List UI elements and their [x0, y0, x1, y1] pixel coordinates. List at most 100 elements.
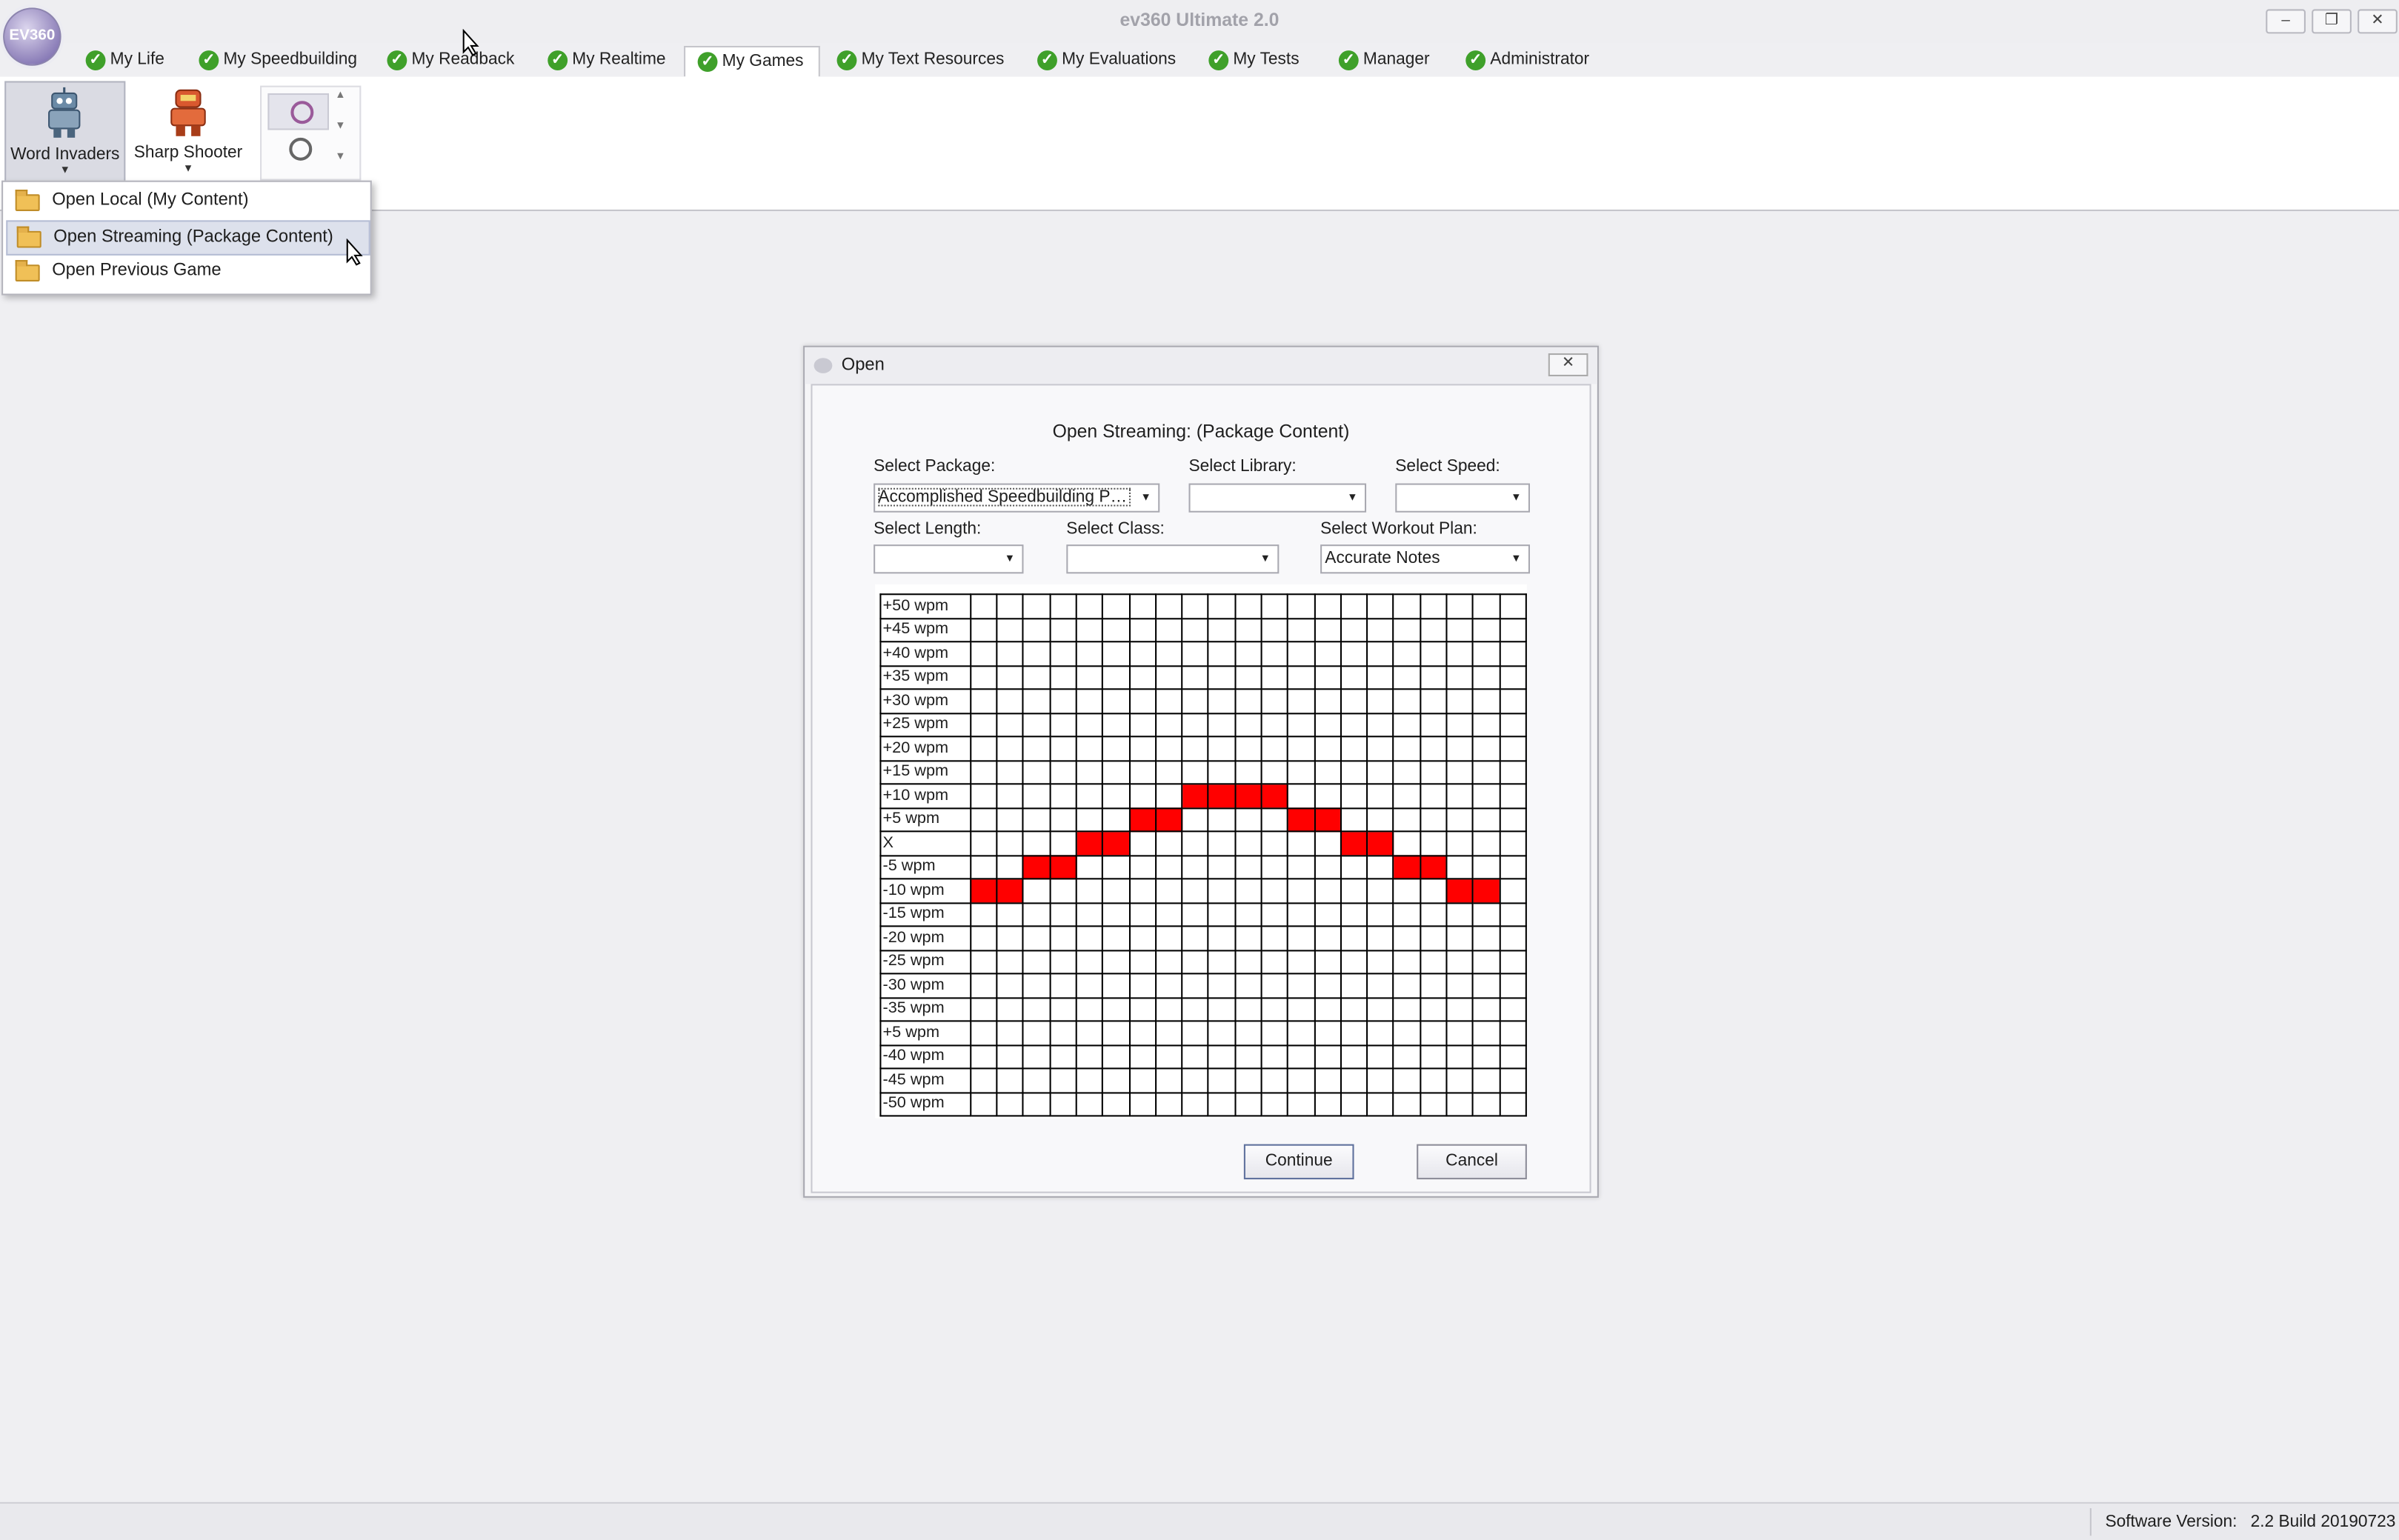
title-bar: ev360 Ultimate 2.0 – ❐ ✕ [0, 0, 2399, 43]
tab-label: My Tests [1233, 50, 1300, 69]
tab-my-speedbuilding[interactable]: ✓ My Speedbuilding [187, 46, 373, 76]
grid-cell [996, 617, 1025, 643]
dialog-close-button[interactable]: ✕ [1548, 353, 1588, 376]
restore-button[interactable]: ❐ [2312, 9, 2352, 34]
grid-cell [1366, 1091, 1395, 1117]
tab-my-life[interactable]: ✓ My Life [73, 46, 179, 76]
grid-cell [1260, 712, 1289, 738]
grid-cell [1022, 1067, 1051, 1093]
grid-cell [1313, 901, 1342, 927]
grid-cell [1392, 617, 1421, 643]
grid-cell [1366, 996, 1395, 1022]
grid-cell [1154, 807, 1183, 833]
grid-cell [1340, 830, 1368, 856]
grid-cell [1287, 996, 1316, 1022]
grid-cell [1498, 736, 1527, 761]
grid-cell [1366, 925, 1395, 951]
grid-row-label: +35 wpm [879, 664, 972, 690]
grid-cell [1154, 925, 1183, 951]
grid-cell [1075, 617, 1104, 643]
grid-cell [969, 1091, 998, 1117]
tab-my-readback[interactable]: ✓ My Readback [375, 46, 530, 76]
grid-cell [1340, 664, 1368, 690]
grid-cell [1075, 641, 1104, 667]
grid-row: -5 wpm [879, 854, 1527, 880]
library-select[interactable]: ▼ [1188, 483, 1367, 513]
grid-cell [1260, 783, 1289, 809]
grid-cell [1049, 949, 1077, 975]
tab-administrator[interactable]: ✓ Administrator [1454, 46, 1605, 76]
gallery-expand-icon[interactable]: ▼ [335, 151, 345, 161]
grid-cell [1472, 854, 1500, 880]
tab-my-text-resources[interactable]: ✓ My Text Resources [825, 46, 1019, 76]
dialog-icon [813, 358, 833, 373]
grid-cell [1075, 1091, 1104, 1117]
grid-cell [996, 830, 1025, 856]
speed-select[interactable]: ▼ [1395, 483, 1530, 513]
grid-cell [1128, 1044, 1157, 1070]
grid-cell [996, 641, 1025, 667]
speed-grid: +50 wpm +45 wpm +40 wpm +35 wpm +30 wpm +25 w… [879, 593, 1527, 1117]
grid-cell [1181, 807, 1210, 833]
grid-cell [969, 712, 998, 738]
gallery-item[interactable] [267, 132, 325, 165]
grid-cell [1472, 617, 1500, 643]
grid-cell [1287, 641, 1316, 667]
menu-item-open-local[interactable]: Open Local (My Content) [6, 185, 367, 217]
scroll-up-icon[interactable]: ▲ [335, 90, 345, 101]
grid-cell [1102, 1067, 1131, 1093]
grid-cell [1498, 1091, 1527, 1117]
grid-cell [969, 688, 998, 714]
grid-cell [1234, 949, 1262, 975]
gallery-item[interactable] [267, 93, 329, 130]
grid-cell [1049, 996, 1077, 1022]
grid-cell [1340, 593, 1368, 619]
grid-cell [1445, 617, 1474, 643]
grid-cell [1313, 1067, 1342, 1093]
grid-row: -10 wpm [879, 878, 1527, 904]
grid-cell [1049, 1091, 1077, 1117]
grid-cell [1260, 807, 1289, 833]
sharp-shooter-button[interactable]: Sharp Shooter ▼ [128, 81, 247, 194]
grid-cell [1102, 712, 1131, 738]
grid-cell [1419, 949, 1448, 975]
menu-item-open-previous[interactable]: Open Previous Game [6, 256, 367, 287]
minimize-button[interactable]: – [2266, 9, 2306, 34]
grid-cell [1208, 901, 1236, 927]
scroll-down-icon[interactable]: ▼ [335, 121, 345, 131]
check-icon: ✓ [1037, 50, 1057, 70]
grid-cell [1128, 593, 1157, 619]
grid-cell [1208, 593, 1236, 619]
grid-cell [1234, 878, 1262, 904]
tab-my-tests[interactable]: ✓ My Tests [1197, 46, 1314, 76]
tab-my-realtime[interactable]: ✓ My Realtime [536, 46, 681, 76]
tab-manager[interactable]: ✓ Manager [1326, 46, 1445, 76]
grid-cell [1022, 617, 1051, 643]
speed-grid-panel: +50 wpm +45 wpm +40 wpm +35 wpm +30 wpm +25 w… [875, 584, 1527, 1119]
grid-row: +20 wpm [879, 736, 1527, 761]
grid-cell [1075, 712, 1104, 738]
grid-cell [1498, 996, 1527, 1022]
grid-cell [1366, 1067, 1395, 1093]
grid-cell [1445, 712, 1474, 738]
class-select[interactable]: ▼ [1066, 544, 1280, 574]
close-button[interactable]: ✕ [2358, 9, 2398, 34]
grid-cell [1022, 854, 1051, 880]
package-select[interactable]: Accomplished Speedbuilding Pac... ▼ [874, 483, 1160, 513]
grid-cell [1340, 973, 1368, 999]
app-logo-button[interactable]: EV360 [3, 7, 61, 66]
menu-item-open-streaming[interactable]: Open Streaming (Package Content) [6, 220, 370, 256]
grid-cell [1208, 830, 1236, 856]
grid-cell [1472, 688, 1500, 714]
grid-cell [1154, 1067, 1183, 1093]
grid-cell [1022, 736, 1051, 761]
tab-my-evaluations[interactable]: ✓ My Evaluations [1025, 46, 1191, 76]
grid-cell [1102, 783, 1131, 809]
grid-cell [1208, 617, 1236, 643]
cancel-button[interactable]: Cancel [1417, 1144, 1527, 1180]
length-select[interactable]: ▼ [874, 544, 1024, 574]
continue-button[interactable]: Continue [1243, 1144, 1354, 1180]
grid-cell [1313, 712, 1342, 738]
grid-row-label: -25 wpm [879, 949, 972, 975]
workout-plan-select[interactable]: Accurate Notes ▼ [1320, 544, 1530, 574]
